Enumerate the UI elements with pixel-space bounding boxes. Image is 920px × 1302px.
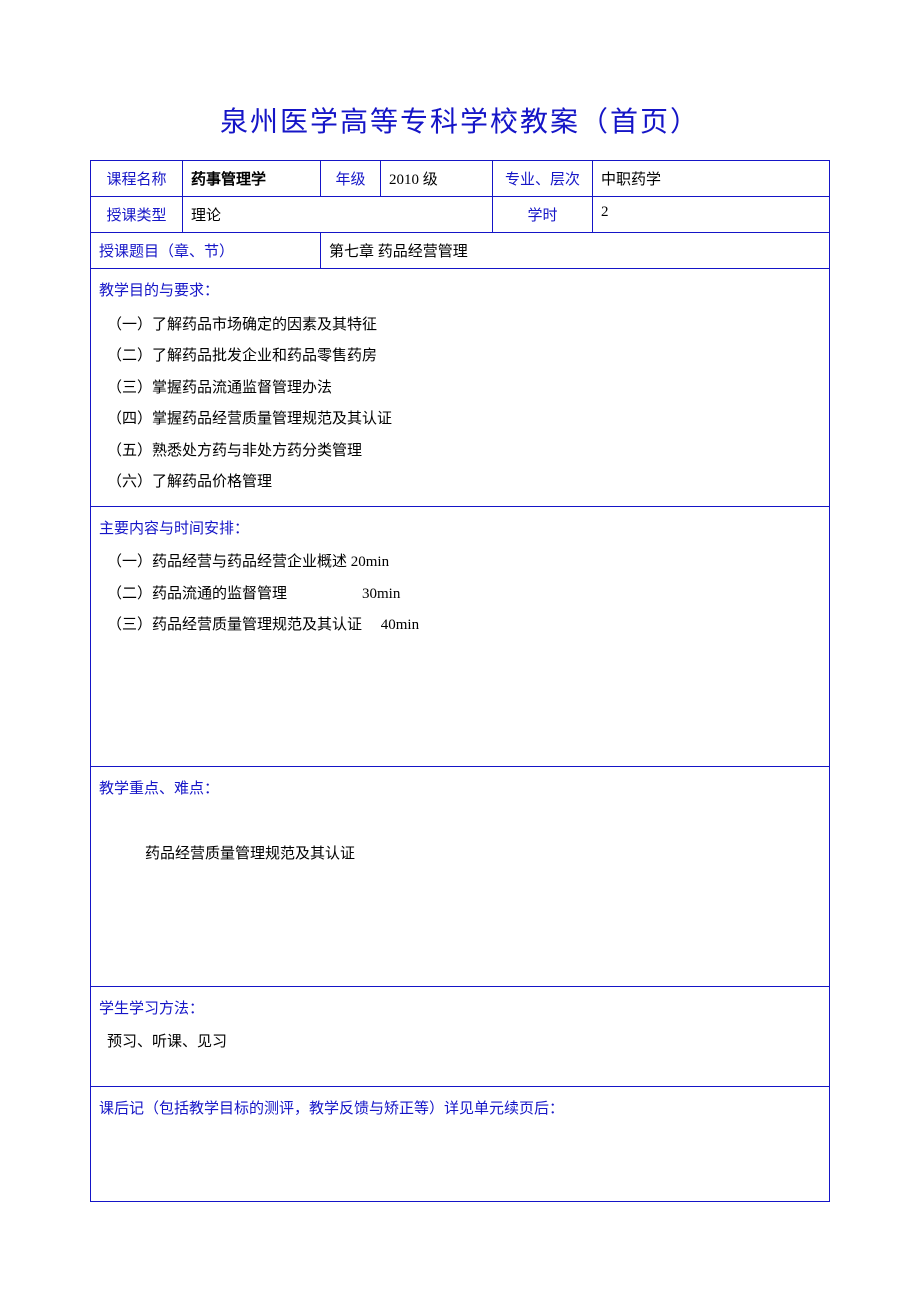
postnote-block: 课后记（包括教学目标的测评，教学反馈与矫正等）详见单元续页后： [99, 1094, 821, 1126]
value-major: 中职药学 [593, 161, 830, 197]
row-postnote: 课后记（包括教学目标的测评，教学反馈与矫正等）详见单元续页后： [91, 1086, 830, 1201]
value-grade: 2010 级 [381, 161, 493, 197]
value-hours: 2 [593, 197, 830, 233]
objective-item: （五）熟悉处方药与非处方药分类管理 [107, 436, 821, 468]
page-title: 泉州医学高等专科学校教案（首页） [90, 100, 830, 140]
label-grade: 年级 [321, 161, 381, 197]
label-type: 授课类型 [91, 197, 183, 233]
label-hours: 学时 [493, 197, 593, 233]
methods-block: 学生学习方法： 预习、听课、见习 [99, 994, 821, 1059]
label-major: 专业、层次 [493, 161, 593, 197]
row-course-info: 课程名称 药事管理学 年级 2010 级 专业、层次 中职药学 [91, 161, 830, 197]
row-keypoints: 教学重点、难点： 药品经营质量管理规范及其认证 [91, 766, 830, 986]
row-contents: 主要内容与时间安排： （一）药品经营与药品经营企业概述 20min （二）药品流… [91, 506, 830, 766]
objective-item: （二）了解药品批发企业和药品零售药房 [107, 341, 821, 373]
keypoints-text: 药品经营质量管理规范及其认证 [99, 839, 821, 871]
row-objectives: 教学目的与要求： （一）了解药品市场确定的因素及其特征 （二）了解药品批发企业和… [91, 269, 830, 507]
keypoints-block: 教学重点、难点： 药品经营质量管理规范及其认证 [99, 774, 821, 871]
objective-item: （六）了解药品价格管理 [107, 467, 821, 499]
content-item: （一）药品经营与药品经营企业概述 20min [107, 547, 821, 579]
objectives-block: 教学目的与要求： （一）了解药品市场确定的因素及其特征 （二）了解药品批发企业和… [99, 276, 821, 499]
objectives-header: 教学目的与要求： [99, 276, 821, 308]
keypoints-header: 教学重点、难点： [99, 774, 821, 806]
methods-header: 学生学习方法： [99, 994, 821, 1026]
content-item: （三）药品经营质量管理规范及其认证 40min [107, 610, 821, 642]
contents-block: 主要内容与时间安排： （一）药品经营与药品经营企业概述 20min （二）药品流… [99, 514, 821, 642]
row-topic: 授课题目（章、节） 第七章 药品经营管理 [91, 233, 830, 269]
row-type-hours: 授课类型 理论 学时 2 [91, 197, 830, 233]
postnote-header: 课后记（包括教学目标的测评，教学反馈与矫正等）详见单元续页后： [99, 1094, 821, 1126]
label-topic: 授课题目（章、节） [91, 233, 321, 269]
content-item: （二）药品流通的监督管理 30min [107, 579, 821, 611]
value-topic: 第七章 药品经营管理 [321, 233, 830, 269]
lesson-plan-table: 课程名称 药事管理学 年级 2010 级 专业、层次 中职药学 授课类型 理论 … [90, 160, 830, 1202]
label-course: 课程名称 [91, 161, 183, 197]
value-type: 理论 [183, 197, 493, 233]
objective-item: （三）掌握药品流通监督管理办法 [107, 373, 821, 405]
objective-item: （一）了解药品市场确定的因素及其特征 [107, 310, 821, 342]
value-course: 药事管理学 [183, 161, 321, 197]
contents-header: 主要内容与时间安排： [99, 514, 821, 546]
row-methods: 学生学习方法： 预习、听课、见习 [91, 986, 830, 1086]
objective-item: （四）掌握药品经营质量管理规范及其认证 [107, 404, 821, 436]
methods-text: 预习、听课、见习 [107, 1027, 821, 1059]
